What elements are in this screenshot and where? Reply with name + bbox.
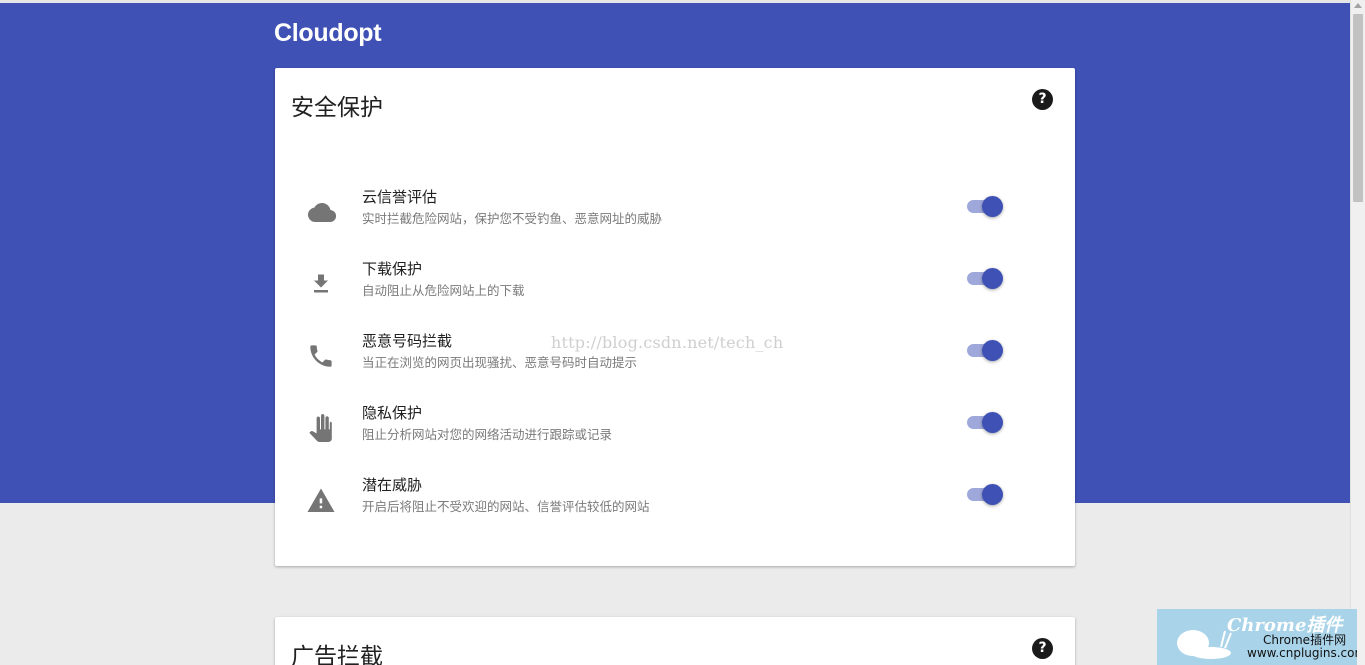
setting-row-potential-threat: 潜在威胁 开启后将阻止不受欢迎的网站、信誉评估较低的网站 xyxy=(275,474,1075,530)
ad-block-card-title: 广告拦截 xyxy=(291,644,383,665)
setting-title: 云信誉评估 xyxy=(362,188,438,206)
setting-title: 隐私保护 xyxy=(362,404,423,422)
app-logo: Cloudopt xyxy=(274,19,382,47)
toggle-thumb xyxy=(982,412,1003,433)
download-icon xyxy=(305,268,337,300)
badge-site-url: www.cnplugins.com xyxy=(1247,646,1357,660)
phone-icon xyxy=(305,340,337,372)
security-card-title: 安全保护 xyxy=(291,95,383,121)
toggle-thumb xyxy=(982,268,1003,289)
page-scrollbar[interactable] xyxy=(1350,0,1365,665)
warning-icon xyxy=(305,484,337,516)
privacy-protection-toggle[interactable] xyxy=(965,410,1005,434)
cloud-icon xyxy=(305,196,337,228)
setting-title: 下载保护 xyxy=(362,260,423,278)
snail-logo-icon xyxy=(1177,630,1232,659)
cloud-reputation-toggle[interactable] xyxy=(965,194,1005,218)
setting-title: 恶意号码拦截 xyxy=(362,332,453,350)
help-icon[interactable]: ? xyxy=(1032,638,1053,659)
setting-description: 自动阻止从危险网站上的下载 xyxy=(362,283,525,298)
setting-description: 实时拦截危险网站，保护您不受钓鱼、恶意网址的威胁 xyxy=(362,211,663,226)
toggle-thumb xyxy=(982,196,1003,217)
toggle-thumb xyxy=(982,340,1003,361)
scroll-up-arrow-icon[interactable] xyxy=(1354,3,1362,8)
ad-block-card: 广告拦截 ? xyxy=(275,617,1075,665)
setting-row-cloud-reputation: 云信誉评估 实时拦截危险网站，保护您不受钓鱼、恶意网址的威胁 xyxy=(275,186,1075,242)
download-protection-toggle[interactable] xyxy=(965,266,1005,290)
setting-title: 潜在威胁 xyxy=(362,476,423,494)
toggle-thumb xyxy=(982,484,1003,505)
setting-description: 当正在浏览的网页出现骚扰、恶意号码时自动提示 xyxy=(362,355,638,370)
help-icon[interactable]: ? xyxy=(1032,89,1053,110)
malicious-number-toggle[interactable] xyxy=(965,338,1005,362)
setting-row-download-protection: 下载保护 自动阻止从危险网站上的下载 xyxy=(275,258,1075,314)
setting-description: 阻止分析网站对您的网络活动进行跟踪或记录 xyxy=(362,427,613,442)
setting-description: 开启后将阻止不受欢迎的网站、信誉评估较低的网站 xyxy=(362,499,650,514)
site-watermark-badge: Chrome插件 Chrome插件网 www.cnplugins.com xyxy=(1157,609,1357,665)
setting-row-privacy-protection: 隐私保护 阻止分析网站对您的网络活动进行跟踪或记录 xyxy=(275,402,1075,458)
potential-threat-toggle[interactable] xyxy=(965,482,1005,506)
hand-icon xyxy=(305,412,337,444)
security-card: 安全保护 ? 云信誉评估 实时拦截危险网站，保护您不受钓鱼、恶意网址的威胁 下载… xyxy=(275,68,1075,566)
setting-row-malicious-number: 恶意号码拦截 当正在浏览的网页出现骚扰、恶意号码时自动提示 xyxy=(275,330,1075,386)
scrollbar-thumb[interactable] xyxy=(1353,14,1363,202)
